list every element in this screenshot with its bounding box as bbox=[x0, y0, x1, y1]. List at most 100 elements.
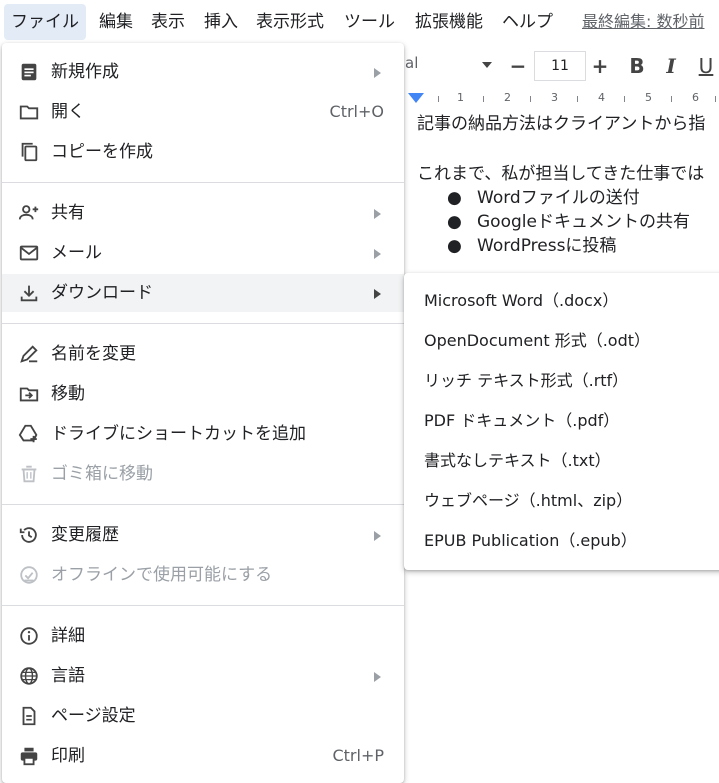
font-name-select[interactable]: al bbox=[405, 54, 418, 72]
ruler-tick bbox=[624, 96, 625, 102]
ruler-number: 4 bbox=[598, 91, 605, 104]
bold-button[interactable]: B bbox=[623, 51, 651, 81]
menu-item-rename[interactable]: 名前を変更 bbox=[2, 335, 404, 373]
ruler-number: 2 bbox=[504, 91, 511, 104]
menu-divider bbox=[2, 504, 404, 505]
history-icon bbox=[18, 524, 40, 546]
ruler-tick bbox=[577, 96, 578, 102]
menu-item-add-shortcut[interactable]: ドライブにショートカットを追加 bbox=[2, 415, 404, 453]
submenu-arrow-icon bbox=[374, 289, 381, 299]
mail-icon bbox=[18, 242, 40, 264]
menu-item-label: ドライブにショートカットを追加 bbox=[51, 424, 306, 444]
rename-icon bbox=[18, 343, 40, 365]
ruler-number: 5 bbox=[645, 91, 652, 104]
ruler-number: 3 bbox=[551, 91, 558, 104]
menu-extensions[interactable]: 拡張機能 bbox=[408, 4, 490, 40]
menu-item-label: 開く bbox=[51, 102, 85, 122]
font-size-input[interactable]: 11 bbox=[534, 51, 586, 81]
menu-item-language[interactable]: 言語 bbox=[2, 657, 404, 695]
italic-button[interactable]: I bbox=[657, 51, 685, 81]
offline-check-icon bbox=[18, 564, 40, 586]
menu-item-share[interactable]: 共有 bbox=[2, 194, 404, 232]
menu-item-download[interactable]: ダウンロード bbox=[2, 274, 404, 312]
download-pdf-option[interactable]: PDF ドキュメント（.pdf） bbox=[404, 402, 719, 440]
person-add-icon bbox=[18, 202, 40, 224]
download-txt-option[interactable]: 書式なしテキスト（.txt） bbox=[404, 442, 719, 480]
menu-item-print[interactable]: 印刷 Ctrl+P bbox=[2, 737, 404, 775]
doc-paragraph: 記事の納品方法はクライアントから指 bbox=[417, 114, 706, 134]
menu-item-move-to-trash[interactable]: ゴミ箱に移動 bbox=[2, 455, 404, 493]
font-size-decrease-button[interactable]: − bbox=[504, 51, 532, 81]
info-icon bbox=[18, 625, 40, 647]
doc-paragraph: これまで、私が担当してきた仕事では bbox=[417, 164, 705, 184]
chevron-down-icon[interactable] bbox=[482, 62, 492, 68]
download-epub-option[interactable]: EPUB Publication（.epub） bbox=[404, 522, 719, 560]
font-size-increase-button[interactable]: + bbox=[586, 51, 614, 81]
menu-divider bbox=[2, 323, 404, 324]
list-item: ● Googleドキュメントの共有 bbox=[447, 207, 690, 232]
menu-item-label: 移動 bbox=[51, 384, 85, 404]
download-odt-option[interactable]: OpenDocument 形式（.odt） bbox=[404, 322, 719, 360]
folder-icon bbox=[18, 101, 40, 123]
menu-item-details[interactable]: 詳細 bbox=[2, 617, 404, 655]
menu-item-label: 言語 bbox=[51, 666, 85, 686]
ruler-tick bbox=[715, 96, 716, 102]
menu-item-label: 詳細 bbox=[51, 626, 85, 646]
drive-add-icon bbox=[18, 423, 40, 445]
menu-item-label: 共有 bbox=[51, 203, 85, 223]
printer-icon bbox=[18, 745, 40, 767]
menu-insert[interactable]: 挿入 bbox=[197, 4, 245, 40]
globe-icon bbox=[18, 665, 40, 687]
menu-item-label: メール bbox=[51, 243, 102, 263]
menu-format[interactable]: 表示形式 bbox=[249, 4, 331, 40]
menu-edit[interactable]: 編集 bbox=[92, 4, 140, 40]
trash-icon bbox=[18, 463, 40, 485]
menu-item-label: オフラインで使用可能にする bbox=[51, 565, 273, 585]
menu-item-label: 新規作成 bbox=[51, 62, 119, 82]
menu-item-open[interactable]: 開く Ctrl+O bbox=[2, 93, 404, 131]
indent-marker[interactable] bbox=[408, 93, 424, 103]
menu-item-label: 変更履歴 bbox=[51, 525, 119, 545]
bullet-dot: ● bbox=[447, 212, 462, 232]
menu-item-email[interactable]: メール bbox=[2, 234, 404, 272]
submenu-arrow-icon bbox=[374, 531, 381, 541]
menu-help[interactable]: ヘルプ bbox=[495, 4, 560, 40]
move-folder-icon bbox=[18, 383, 40, 405]
submenu-arrow-icon bbox=[374, 209, 381, 219]
download-submenu: Microsoft Word（.docx） OpenDocument 形式（.o… bbox=[404, 273, 719, 570]
list-item: ● Wordファイルの送付 bbox=[447, 183, 640, 208]
download-html-option[interactable]: ウェブページ（.html、zip） bbox=[404, 482, 719, 520]
download-rtf-option[interactable]: リッチ テキスト形式（.rtf） bbox=[404, 362, 719, 400]
menu-bar: ファイル 編集 表示 挿入 表示形式 ツール 拡張機能 ヘルプ 最終編集: 数秒… bbox=[0, 0, 719, 44]
menu-tools[interactable]: ツール bbox=[337, 4, 402, 40]
menu-item-move[interactable]: 移動 bbox=[2, 375, 404, 413]
menu-item-make-offline[interactable]: オフラインで使用可能にする bbox=[2, 556, 404, 594]
document-icon bbox=[18, 61, 40, 83]
menu-file[interactable]: ファイル bbox=[4, 4, 86, 40]
ruler-number: 6 bbox=[692, 91, 699, 104]
menu-item-version-history[interactable]: 変更履歴 bbox=[2, 516, 404, 554]
menu-item-label: ダウンロード bbox=[51, 283, 153, 303]
menu-item-label: 印刷 bbox=[51, 746, 85, 766]
menu-item-label: コピーを作成 bbox=[51, 142, 153, 162]
ruler-number: 1 bbox=[457, 91, 464, 104]
menu-divider bbox=[2, 605, 404, 606]
last-edit-link[interactable]: 最終編集: 数秒前 bbox=[582, 4, 704, 40]
ruler-tick bbox=[671, 96, 672, 102]
menu-item-new[interactable]: 新規作成 bbox=[2, 53, 404, 91]
ruler-tick bbox=[483, 96, 484, 102]
underline-button[interactable]: U bbox=[692, 51, 719, 81]
download-docx-option[interactable]: Microsoft Word（.docx） bbox=[404, 282, 719, 320]
menu-divider bbox=[2, 182, 404, 183]
page-settings-icon bbox=[18, 705, 40, 727]
menu-view[interactable]: 表示 bbox=[144, 4, 192, 40]
shortcut-text: Ctrl+P bbox=[332, 746, 384, 765]
menu-item-label: 名前を変更 bbox=[51, 344, 136, 364]
submenu-arrow-icon bbox=[374, 68, 381, 78]
menu-item-page-setup[interactable]: ページ設定 bbox=[2, 697, 404, 735]
ruler[interactable]: 1 2 3 4 5 6 bbox=[405, 91, 719, 107]
menu-item-make-copy[interactable]: コピーを作成 bbox=[2, 133, 404, 171]
list-item-text: Wordファイルの送付 bbox=[477, 188, 640, 208]
list-item: ● WordPressに投稿 bbox=[447, 231, 616, 256]
copy-icon bbox=[18, 141, 40, 163]
